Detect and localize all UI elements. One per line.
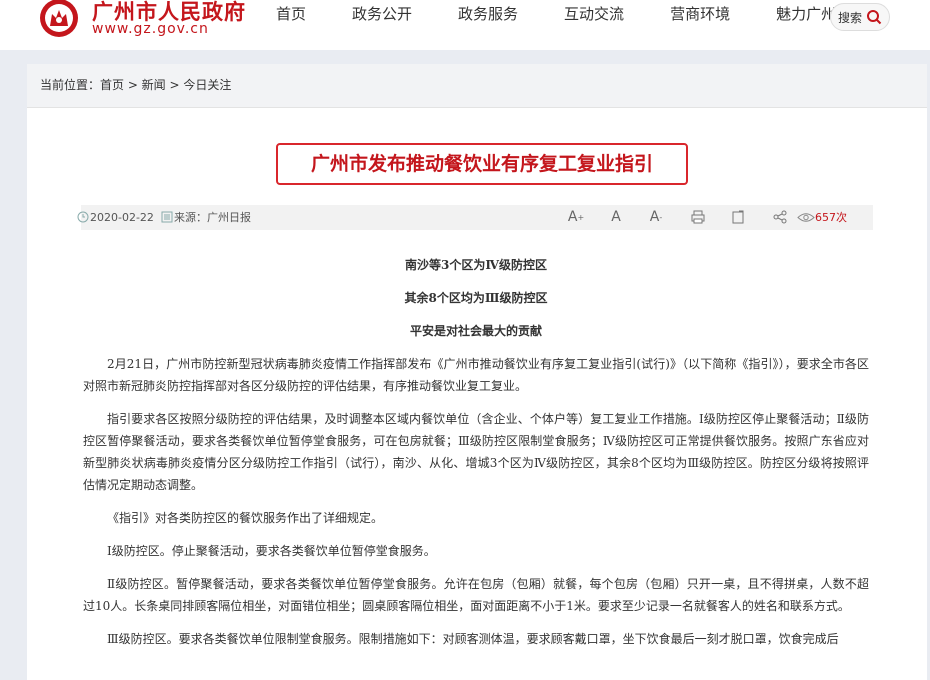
article-subtitle: 南沙等3个区为Ⅳ级防控区 (405, 258, 547, 272)
article-paragraph: Ⅱ级防控区。暂停聚餐活动，要求各类餐饮单位暂停堂食服务。允许在包房（包厢）就餐，… (83, 577, 869, 613)
font-reset-icon[interactable]: A (607, 208, 625, 226)
site-logo[interactable]: 广州市人民政府 www.gz.gov.cn (36, 0, 266, 44)
view-count: 657次 (815, 211, 847, 224)
article-subtitle: 平安是对社会最大的贡献 (409, 324, 542, 338)
nav-item-gov-affairs[interactable]: 政务公开 (352, 0, 412, 30)
nav-item-services[interactable]: 政务服务 (458, 0, 518, 30)
nav-item-business[interactable]: 营商环境 (670, 0, 730, 30)
print-icon[interactable] (689, 208, 707, 226)
source-icon (161, 211, 173, 223)
font-increase-icon[interactable]: A + (567, 208, 585, 226)
article-page: 当前位置：首页 > 新闻 > 今日关注 广州市发布推动餐饮业有序复工复业指引 2… (27, 64, 927, 680)
article-paragraph: 2月21日，广州市防控新型冠状病毒肺炎疫情工作指挥部发布《广州市推动餐饮业有序复… (83, 357, 869, 393)
search-icon (867, 10, 882, 25)
article-date: 2020-02-22 (90, 211, 154, 224)
search-label: 搜索 (837, 10, 862, 25)
nav-item-home[interactable]: 首页 (276, 0, 306, 30)
emblem-icon (40, 0, 78, 37)
clock-icon (77, 211, 89, 223)
search-button[interactable]: 搜索 (830, 3, 890, 31)
article-meta-bar: 2020-02-22 来源：广州日报 A + A A- 657次 (77, 205, 873, 230)
article-body: 南沙等3个区为Ⅳ级防控区 其余8个区均为Ⅲ级防控区 平安是对社会最大的贡献 2月… (83, 254, 869, 661)
article-paragraph: 指引要求各区按照分级防控的评估结果，及时调整本区域内餐饮单位（含企业、个体户等）… (83, 412, 869, 492)
share-icon[interactable] (771, 208, 789, 226)
site-url: www.gz.gov.cn (92, 21, 209, 37)
nav-item-charm[interactable]: 魅力广州 (776, 0, 836, 30)
article-subtitle: 其余8个区均为Ⅲ级防控区 (404, 291, 548, 305)
nav-item-interaction[interactable]: 互动交流 (564, 0, 624, 30)
article-paragraph: Ⅰ级防控区。停止聚餐活动，要求各类餐饮单位暂停堂食服务。 (107, 544, 436, 558)
site-header: 广州市人民政府 www.gz.gov.cn 首页 政务公开 政务服务 互动交流 … (0, 0, 930, 50)
bookmark-icon[interactable] (729, 208, 747, 226)
breadcrumb[interactable]: 当前位置：首页 > 新闻 > 今日关注 (27, 64, 927, 108)
font-decrease-icon[interactable]: A- (647, 208, 665, 226)
article-paragraph: 《指引》对各类防控区的餐饮服务作出了详细规定。 (107, 511, 384, 525)
main-nav: 首页 政务公开 政务服务 互动交流 营商环境 魅力广州 (276, 0, 836, 30)
article-paragraph: Ⅲ级防控区。要求各类餐饮单位限制堂食服务。限制措施如下：对顾客测体温，要求顾客戴… (107, 632, 839, 646)
eye-icon (797, 213, 815, 222)
article-source: 来源：广州日报 (174, 211, 251, 224)
article-title: 广州市发布推动餐饮业有序复工复业指引 (310, 153, 653, 175)
title-highlight-box: 广州市发布推动餐饮业有序复工复业指引 (276, 143, 688, 185)
